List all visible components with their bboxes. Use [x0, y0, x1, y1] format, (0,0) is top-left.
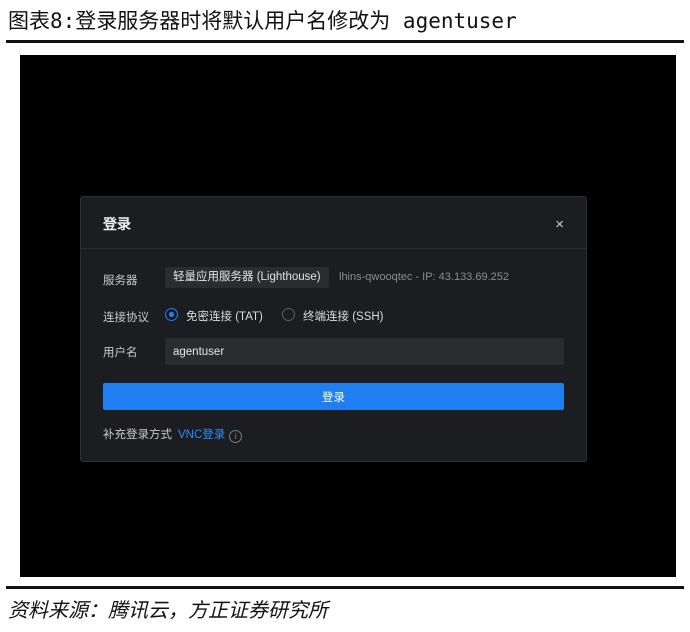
- dialog-title: 登录: [103, 216, 131, 232]
- server-info: lhins-qwooqtec - IP: 43.133.69.252: [339, 271, 510, 283]
- username-label: 用户名: [103, 347, 138, 359]
- username-row: 用户名: [103, 338, 564, 365]
- login-button[interactable]: 登录: [103, 383, 564, 410]
- screenshot-area: 登录 × 服务器 轻量应用服务器 (Lighthouse) lhins-qwoo…: [20, 55, 676, 577]
- radio-checked-icon: [165, 308, 178, 321]
- vnc-login-link[interactable]: VNC登录: [178, 429, 225, 441]
- close-icon[interactable]: ×: [555, 216, 564, 233]
- figure-title: 图表8:登录服务器时将默认用户名修改为 agentuser: [8, 9, 517, 33]
- bottom-rule: [6, 586, 684, 589]
- protocol-row: 连接协议 免密连接 (TAT) 终端连接 (SSH): [103, 304, 564, 330]
- server-tag: 轻量应用服务器 (Lighthouse): [165, 267, 329, 288]
- radio-unchecked-icon: [282, 308, 295, 321]
- server-label: 服务器: [103, 275, 138, 287]
- extra-login-label: 补充登录方式: [103, 429, 172, 441]
- username-input[interactable]: [165, 338, 564, 365]
- info-icon[interactable]: i: [229, 430, 243, 443]
- radio-tat-label: 免密连接 (TAT): [186, 311, 263, 323]
- top-rule: [6, 40, 684, 43]
- extra-login-methods: 补充登录方式 VNC登录 i: [103, 426, 243, 444]
- protocol-label: 连接协议: [103, 312, 149, 324]
- server-row: 服务器 轻量应用服务器 (Lighthouse) lhins-qwooqtec …: [103, 267, 564, 293]
- login-dialog: 登录 × 服务器 轻量应用服务器 (Lighthouse) lhins-qwoo…: [80, 196, 587, 462]
- figure-source: 资料来源：腾讯云，方正证券研究所: [8, 598, 328, 622]
- dialog-header: 登录 ×: [81, 197, 586, 249]
- radio-ssh-label: 终端连接 (SSH): [303, 311, 384, 323]
